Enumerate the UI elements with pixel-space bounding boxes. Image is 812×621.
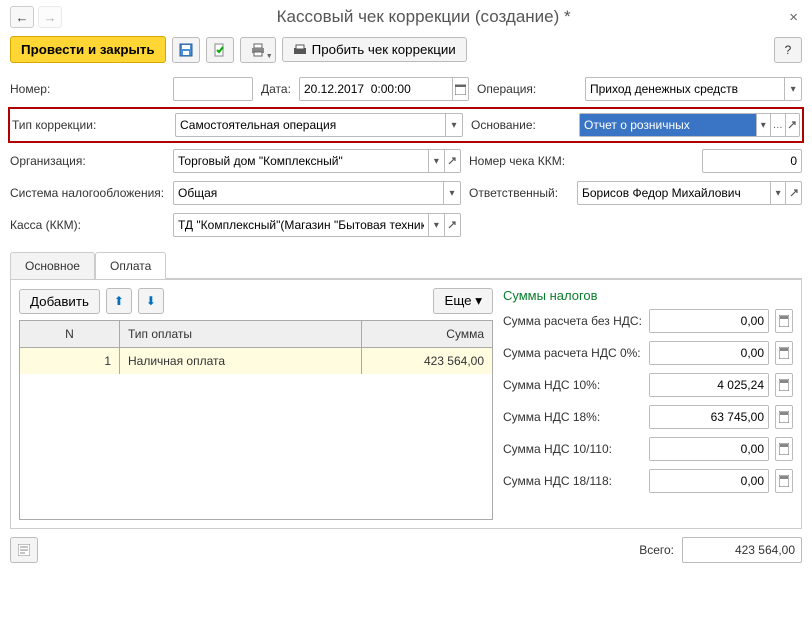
- date-field[interactable]: [299, 77, 469, 101]
- kkm-num-label: Номер чека ККМ:: [469, 154, 569, 168]
- nds10-110-field[interactable]: [649, 437, 769, 461]
- dropdown-icon[interactable]: ▾: [445, 114, 462, 136]
- nav-forward-button[interactable]: →: [38, 6, 62, 28]
- dropdown-caret-icon: ▼: [266, 53, 273, 60]
- basis-field[interactable]: ▾ …: [579, 113, 800, 137]
- no-nds-field[interactable]: [649, 309, 769, 333]
- kassa-label: Касса (ККМ):: [10, 218, 165, 232]
- nds10-110-label: Сумма НДС 10/110:: [503, 442, 643, 456]
- save-button[interactable]: [172, 37, 200, 63]
- col-sum-header[interactable]: Сумма: [362, 321, 492, 347]
- punch-check-button[interactable]: Пробить чек коррекции: [282, 37, 467, 62]
- nds18-label: Сумма НДС 18%:: [503, 410, 643, 424]
- calculator-icon[interactable]: [775, 469, 793, 493]
- nds0-field[interactable]: [649, 341, 769, 365]
- nds0-label: Сумма расчета НДС 0%:: [503, 346, 643, 360]
- calculator-icon[interactable]: [775, 309, 793, 333]
- kkm-num-field[interactable]: [702, 149, 802, 173]
- operation-field[interactable]: ▾: [585, 77, 802, 101]
- nav-back-button[interactable]: ←: [10, 6, 34, 28]
- note-icon: [18, 544, 30, 556]
- calculator-icon[interactable]: [775, 373, 793, 397]
- corrtype-field[interactable]: ▾: [175, 113, 463, 137]
- number-field[interactable]: [173, 77, 253, 101]
- basis-label: Основание:: [471, 118, 571, 132]
- choose-icon[interactable]: …: [770, 114, 785, 136]
- more-button[interactable]: Еще ▾: [433, 288, 493, 314]
- nds10-label: Сумма НДС 10%:: [503, 378, 643, 392]
- footer-note-button[interactable]: [10, 537, 38, 563]
- dropdown-icon[interactable]: ▾: [443, 182, 460, 204]
- kassa-field[interactable]: ▾: [173, 213, 461, 237]
- total-value: 423 564,00: [682, 537, 802, 563]
- operation-label: Операция:: [477, 82, 577, 96]
- printer-icon: [251, 43, 265, 57]
- window-title: Кассовый чек коррекции (создание) *: [66, 7, 781, 27]
- nds18-118-field[interactable]: [649, 469, 769, 493]
- open-icon[interactable]: [785, 114, 800, 136]
- nds18-field[interactable]: [649, 405, 769, 429]
- move-up-button[interactable]: ⬆: [106, 288, 132, 314]
- document-check-icon: [213, 43, 227, 57]
- org-field[interactable]: ▾: [173, 149, 461, 173]
- taxes-title: Суммы налогов: [503, 288, 793, 303]
- col-type-header[interactable]: Тип оплаты: [120, 321, 362, 347]
- total-label: Всего:: [639, 543, 674, 557]
- dropdown-icon[interactable]: ▾: [756, 114, 771, 136]
- resp-field[interactable]: ▾: [577, 181, 802, 205]
- add-row-button[interactable]: Добавить: [19, 289, 100, 314]
- tab-payment[interactable]: Оплата: [95, 252, 166, 279]
- dropdown-icon[interactable]: ▾: [770, 182, 786, 204]
- receipt-icon: [293, 44, 307, 56]
- number-label: Номер:: [10, 82, 165, 96]
- calculator-icon[interactable]: [775, 405, 793, 429]
- calculator-icon[interactable]: [775, 341, 793, 365]
- payment-table: N Тип оплаты Сумма 1 Наличная оплата 423…: [19, 320, 493, 520]
- corrtype-label: Тип коррекции:: [12, 118, 167, 132]
- close-icon[interactable]: ×: [785, 9, 802, 26]
- post-button[interactable]: [206, 37, 234, 63]
- nds18-118-label: Сумма НДС 18/118:: [503, 474, 643, 488]
- dropdown-icon[interactable]: ▾: [428, 214, 444, 236]
- no-nds-label: Сумма расчета без НДС:: [503, 314, 643, 328]
- col-n-header[interactable]: N: [20, 321, 120, 347]
- table-row[interactable]: 1 Наличная оплата 423 564,00: [20, 348, 492, 374]
- resp-label: Ответственный:: [469, 186, 569, 200]
- tab-main[interactable]: Основное: [10, 252, 95, 279]
- print-button[interactable]: ▼: [240, 37, 276, 63]
- dropdown-icon[interactable]: ▾: [784, 78, 801, 100]
- dropdown-icon[interactable]: ▾: [428, 150, 444, 172]
- help-button[interactable]: ?: [774, 37, 802, 63]
- taxsys-label: Система налогообложения:: [10, 186, 165, 200]
- open-icon[interactable]: [444, 150, 460, 172]
- nds10-field[interactable]: [649, 373, 769, 397]
- open-icon[interactable]: [444, 214, 460, 236]
- org-label: Организация:: [10, 154, 165, 168]
- open-icon[interactable]: [785, 182, 801, 204]
- calendar-icon[interactable]: [452, 78, 468, 100]
- floppy-icon: [179, 43, 193, 57]
- taxsys-field[interactable]: ▾: [173, 181, 461, 205]
- move-down-button[interactable]: ⬇: [138, 288, 164, 314]
- date-label: Дата:: [261, 82, 291, 96]
- submit-close-button[interactable]: Провести и закрыть: [10, 36, 166, 63]
- calculator-icon[interactable]: [775, 437, 793, 461]
